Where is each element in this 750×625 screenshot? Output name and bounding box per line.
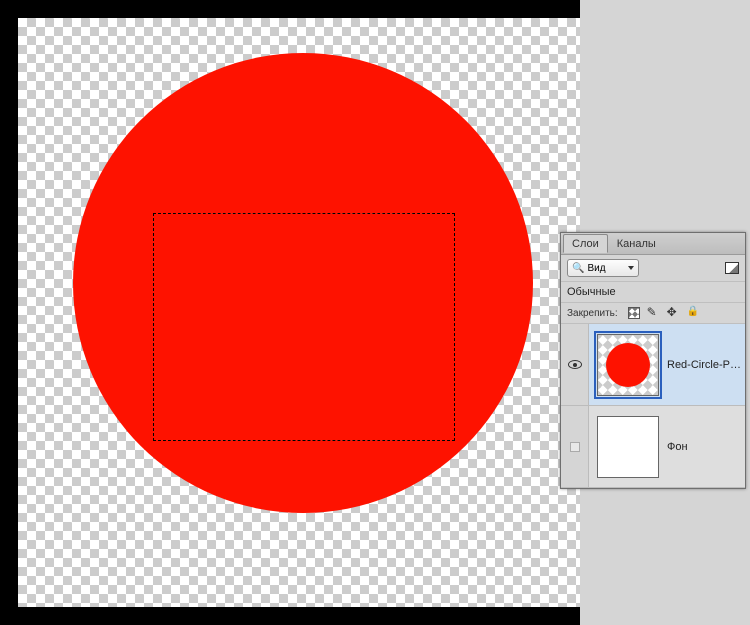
blend-mode-row: Обычные (561, 282, 745, 303)
tab-channels[interactable]: Каналы (608, 234, 665, 253)
lock-paint-icon[interactable] (648, 307, 660, 319)
filter-row: 🔍 Вид (561, 255, 745, 282)
lock-label: Закрепить: (567, 308, 618, 319)
layer-visibility-toggle[interactable] (561, 324, 589, 405)
lock-position-icon[interactable] (668, 307, 680, 319)
layer-visibility-toggle[interactable] (561, 406, 589, 487)
search-icon: 🔍 (572, 263, 584, 274)
canvas[interactable] (18, 18, 580, 607)
visibility-empty-box (570, 442, 580, 452)
layer-name-label[interactable]: Red-Circle-PNG (667, 359, 745, 371)
app-window: Слои Каналы 🔍 Вид Обычные Закрепить: (0, 0, 750, 625)
chevron-down-icon (628, 266, 634, 270)
thumbnail-red-circle (606, 343, 650, 387)
layer-name-label[interactable]: Фон (667, 441, 745, 453)
layer-row[interactable]: Red-Circle-PNG (561, 324, 745, 406)
layer-row[interactable]: Фон (561, 406, 745, 488)
layers-panel: Слои Каналы 🔍 Вид Обычные Закрепить: (560, 232, 746, 489)
blend-mode-select[interactable]: Обычные (567, 286, 616, 298)
panel-tabs: Слои Каналы (561, 233, 745, 255)
rect-selection-marquee[interactable] (153, 213, 455, 441)
layer-thumbnail[interactable] (597, 416, 659, 478)
lock-row: Закрепить: (561, 303, 745, 324)
layer-filter-label: Вид (587, 263, 628, 274)
tab-layers[interactable]: Слои (563, 234, 608, 253)
layer-filter-dropdown[interactable]: 🔍 Вид (567, 259, 639, 277)
lock-all-icon[interactable] (688, 307, 700, 319)
lock-transparency-icon[interactable] (628, 307, 640, 319)
filter-image-icon[interactable] (725, 262, 739, 274)
lock-icons (628, 307, 700, 319)
layers-list: Red-Circle-PNG Фон (561, 324, 745, 488)
layer-thumbnail[interactable] (597, 334, 659, 396)
eye-icon (568, 360, 582, 369)
